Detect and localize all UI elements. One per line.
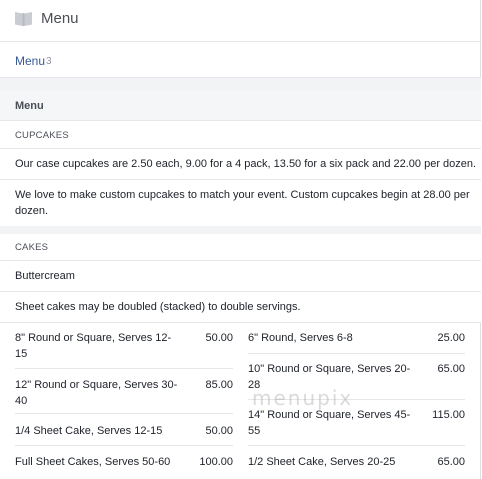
- item-name: Full Sheet Cakes, Serves 50-60: [15, 456, 171, 468]
- item-price: 25.00: [437, 332, 465, 344]
- list-item: Sheet cakes may be doubled (stacked) to …: [0, 292, 481, 323]
- item-price: 85.00: [205, 379, 233, 391]
- spacer-band: [0, 226, 481, 234]
- menu-item: Full Sheet Cakes, Serves 50-60 100.00: [15, 454, 233, 476]
- item-price: 50.00: [205, 425, 233, 437]
- section-header: Menu: [0, 91, 481, 121]
- sheet-cake-note: Sheet cakes may be doubled (stacked) to …: [15, 301, 301, 313]
- item-price: 100.00: [199, 456, 233, 468]
- cupcake-pricing: Our case cupcakes are 2.50 each, 9.00 fo…: [15, 158, 477, 170]
- spacer-band: [0, 78, 481, 91]
- category-cupcakes: CUPCAKES: [15, 130, 69, 141]
- panel-header: Menu: [0, 0, 481, 42]
- item-name: 8" Round or Square, Serves 12- 15: [15, 332, 172, 360]
- menu-item: 12" Round or Square, Serves 30- 40 85.00: [15, 377, 233, 414]
- item-price: 65.00: [437, 456, 465, 468]
- custom-cupcakes-line1: We love to make custom cupcakes to match…: [15, 189, 470, 201]
- menu-item: 8" Round or Square, Serves 12- 15 50.00: [15, 330, 233, 369]
- menu-tab-row: Menu 3: [0, 42, 481, 78]
- menu-item: 6" Round, Serves 6-8 25.00: [248, 330, 465, 354]
- item-price: 115.00: [432, 409, 465, 421]
- category-cakes: CAKES: [15, 242, 49, 253]
- item-name: 12" Round or Square, Serves 30- 40: [15, 379, 178, 407]
- menu-item: 1/4 Sheet Cake, Serves 12-15 50.00: [15, 423, 233, 446]
- item-price: 65.00: [437, 363, 465, 375]
- book-icon: [15, 12, 32, 26]
- buttercream-label: Buttercream: [15, 270, 75, 282]
- custom-cupcakes-line2: dozen.: [15, 205, 49, 217]
- category-row: CAKES: [0, 234, 481, 261]
- menu-count: 3: [46, 56, 52, 67]
- menu-item: 14" Round or Square, Serves 45- 55 115.00: [248, 407, 465, 446]
- menu-item: 1/2 Sheet Cake, Serves 20-25 65.00: [248, 454, 465, 476]
- category-row: CUPCAKES: [0, 121, 481, 149]
- menu-panel: Menu Menu 3 Menu CUPCAKES Our case cupca…: [0, 0, 481, 479]
- menupix-watermark: menupix: [252, 386, 354, 410]
- item-name: 6" Round, Serves 6-8: [248, 332, 353, 344]
- item-name: 1/2 Sheet Cake, Serves 20-25: [248, 456, 396, 468]
- item-name: 14" Round or Square, Serves 45- 55: [248, 409, 411, 437]
- item-name: 1/4 Sheet Cake, Serves 12-15: [15, 425, 163, 437]
- list-item: Our case cupcakes are 2.50 each, 9.00 fo…: [0, 149, 481, 180]
- menu-link[interactable]: Menu: [15, 54, 45, 68]
- item-price: 50.00: [205, 332, 233, 344]
- list-item: Buttercream: [0, 261, 481, 292]
- panel-title: Menu: [41, 10, 79, 27]
- section-title: Menu: [15, 100, 44, 112]
- list-item: We love to make custom cupcakes to match…: [0, 180, 481, 226]
